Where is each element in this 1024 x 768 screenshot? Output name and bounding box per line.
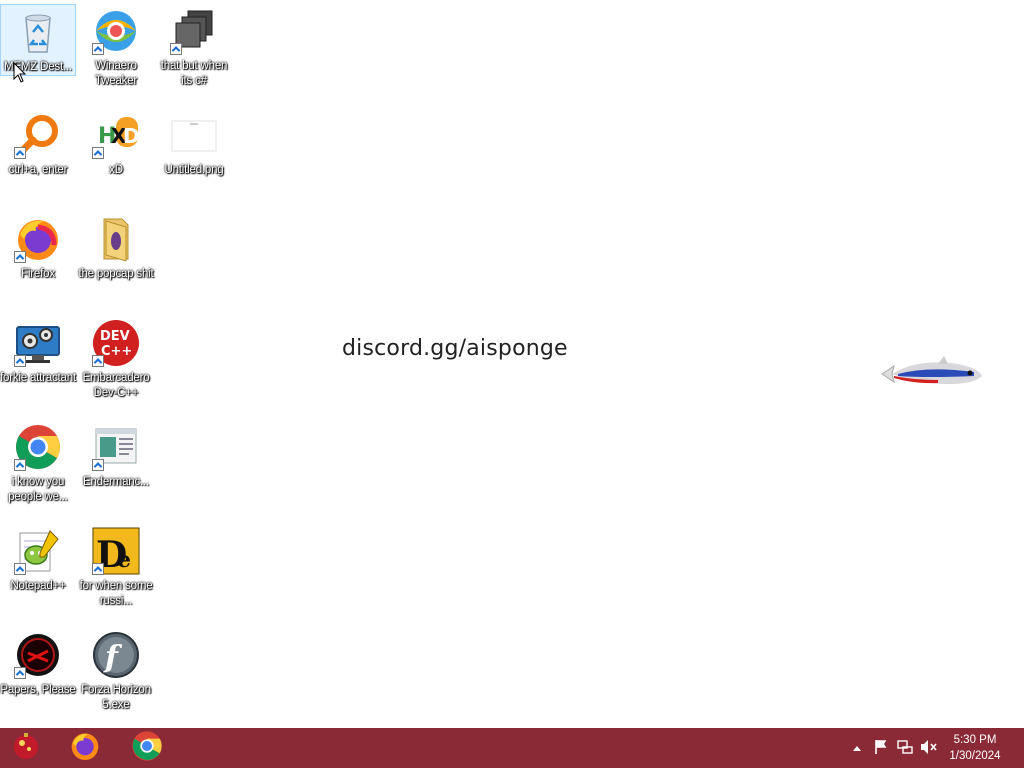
magnifier-icon (14, 111, 62, 159)
firefox-icon (14, 215, 62, 263)
taskbar-chrome-button[interactable] (125, 728, 169, 768)
volume-muted-icon (920, 739, 938, 758)
svg-text:e: e (117, 547, 131, 573)
desktop-icon-devcpp[interactable]: DEV C++ Embarcadero Dev-C++ (78, 316, 154, 416)
desktop-icon-forza[interactable]: f Forza Horizon 5.exe (78, 628, 154, 728)
mouse-cursor-icon (13, 61, 27, 89)
desktop-watermark-text: discord.gg/aisponge (342, 336, 568, 361)
devcpp-icon: DEV C++ (92, 319, 140, 367)
clock-date: 1/30/2024 (949, 750, 1001, 762)
chrome-icon (14, 423, 62, 471)
papers-please-icon (14, 631, 62, 679)
volume-button[interactable] (918, 728, 940, 768)
taskbar: 5:30 PM 1/30/2024 (0, 728, 1024, 768)
desktop-icon-russi[interactable]: D e for when some russi... (78, 524, 154, 624)
svg-text:DEV: DEV (100, 329, 130, 344)
notepadpp-icon (14, 527, 62, 575)
desktop-icon-winaero[interactable]: Winaero Tweaker (78, 4, 154, 104)
fish-icon (878, 352, 988, 396)
recycle-bin-icon (14, 8, 62, 56)
shortcut-arrow-icon (92, 43, 104, 55)
desktop-icon-firefox[interactable]: Firefox (0, 212, 76, 312)
image-file-icon (170, 111, 218, 159)
desktop-icon-label: MEMZ Dest... (4, 61, 72, 73)
taskbar-clock[interactable]: 5:30 PM 1/30/2024 (940, 732, 1010, 764)
stacked-windows-icon (170, 7, 218, 55)
desktop-icon-notepadpp[interactable]: Notepad++ (0, 524, 76, 624)
desktop-icon-csharp[interactable]: that but when its c# (156, 4, 232, 104)
desktop-icon-label: ctrl+a, enter (8, 164, 68, 176)
chrome-icon (131, 730, 163, 767)
shortcut-arrow-icon (14, 147, 26, 159)
desktop-icon-label: that but when its c# (160, 60, 228, 87)
shortcut-arrow-icon (14, 459, 26, 471)
network-button[interactable] (894, 728, 916, 768)
desktop-icon-chrome[interactable]: i know you people we... (0, 420, 76, 520)
shortcut-arrow-icon (92, 459, 104, 471)
desktop-icon-label: Endermanc... (83, 476, 149, 488)
show-hidden-icons-button[interactable] (848, 728, 866, 768)
shortcut-arrow-icon (170, 43, 182, 55)
start-button-icon (11, 731, 41, 766)
desktop-icon-label: Untitled.png (164, 164, 224, 176)
start-button[interactable] (4, 728, 48, 768)
de-icon: D e (92, 527, 140, 576)
desktop-icon-papers-please[interactable]: Papers, Please (0, 628, 76, 728)
shortcut-arrow-icon (14, 251, 26, 263)
desktop: MEMZ Dest... ctrl+a, enter Firefox forki… (0, 0, 1024, 728)
clock-time: 5:30 PM (953, 734, 997, 746)
desktop-icon-untitled-png[interactable]: Untitled.png (156, 108, 232, 208)
desktop-icon-firefox-ctrl-a[interactable]: ctrl+a, enter (0, 108, 76, 208)
shortcut-arrow-icon (14, 667, 26, 679)
taskbar-firefox-button[interactable] (63, 728, 107, 768)
desktop-icon-label: i know you people we... (8, 476, 68, 503)
desktop-icon-popcap[interactable]: the popcap shit (78, 212, 154, 312)
folder-icon (92, 215, 140, 263)
desktop-icon-label: Winaero Tweaker (94, 60, 138, 87)
desktop-icon-label: xD (109, 164, 123, 176)
computer-settings-icon (14, 319, 62, 367)
desktop-icon-label: forkie attractant (0, 372, 76, 384)
desktop-icon-label: Notepad++ (10, 580, 66, 592)
shortcut-arrow-icon (92, 147, 104, 159)
desktop-icon-label: for when some russi... (79, 580, 153, 607)
desktop-icon-endermanch[interactable]: Endermanc... (78, 420, 154, 520)
desktop-icon-xd[interactable]: H X D xD (78, 108, 154, 208)
shortcut-arrow-icon (92, 355, 104, 367)
flash-icon: f (92, 631, 140, 679)
svg-text:C++: C++ (101, 344, 132, 359)
svg-text:D: D (123, 124, 140, 148)
desktop-icon-label: Firefox (21, 268, 55, 280)
winaero-icon (92, 7, 140, 55)
network-icon (897, 739, 913, 758)
shortcut-arrow-icon (14, 355, 26, 367)
shortcut-arrow-icon (14, 563, 26, 575)
desktop-icon-label: Embarcadero Dev-C++ (82, 372, 150, 399)
firefox-icon (69, 730, 101, 767)
chevron-up-icon (852, 741, 862, 755)
hxd-icon: H X D (92, 111, 140, 159)
desktop-icon-forkie[interactable]: forkie attractant (0, 316, 76, 416)
shortcut-arrow-icon (92, 563, 104, 575)
window-app-icon (92, 423, 140, 471)
desktop-icon-label: the popcap shit (78, 268, 154, 280)
action-center-button[interactable] (870, 728, 892, 768)
desktop-icon-memz[interactable]: MEMZ Dest... (0, 4, 76, 76)
desktop-icon-label: Forza Horizon 5.exe (81, 684, 151, 711)
desktop-icon-label: Papers, Please (0, 684, 76, 696)
flag-icon (873, 739, 889, 758)
